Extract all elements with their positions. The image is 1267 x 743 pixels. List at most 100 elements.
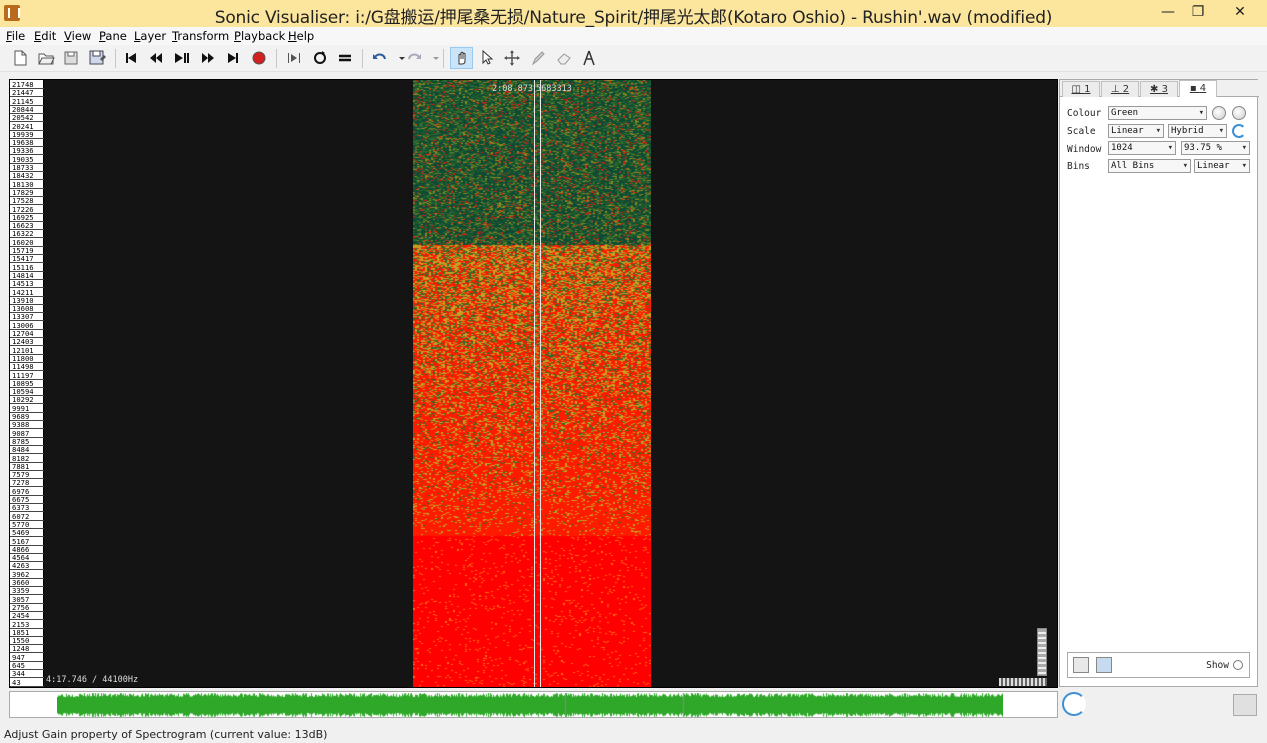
scale-label: 14814 bbox=[12, 270, 34, 280]
scale-mode-select[interactable]: Hybrid bbox=[1168, 124, 1227, 138]
navigate-icon[interactable] bbox=[450, 47, 473, 69]
colour-rotation-knob[interactable] bbox=[1232, 124, 1246, 138]
play-pause-icon[interactable] bbox=[172, 48, 192, 68]
scale-label: 19336 bbox=[12, 146, 34, 156]
play-selection-icon[interactable] bbox=[284, 48, 304, 68]
spectrogram-pane[interactable]: 21748 21447 21145 20844 20542 20241 19939 19638… bbox=[9, 79, 1058, 688]
scale-label: 3359 bbox=[12, 586, 30, 596]
scale-label: 8182 bbox=[12, 453, 30, 463]
title-bar: Sonic Visualiser: i:/G盘搬运/押尾桑无损/Nature_S… bbox=[0, 0, 1267, 28]
solo-icon[interactable] bbox=[335, 48, 355, 68]
layer-menu-icon[interactable] bbox=[1073, 657, 1089, 673]
maximize-button[interactable]: ❐ bbox=[1180, 0, 1216, 24]
ffwd-end-icon[interactable] bbox=[223, 48, 243, 68]
menu-pane[interactable]: Pane bbox=[99, 29, 127, 43]
overview-waveform[interactable] bbox=[9, 691, 1058, 718]
scale-label: 10594 bbox=[12, 387, 34, 397]
toolbar-separator bbox=[362, 49, 363, 68]
menu-layer[interactable]: Layer bbox=[134, 29, 166, 43]
menu-file[interactable]: File bbox=[6, 29, 25, 43]
scale-label: 12403 bbox=[12, 337, 34, 347]
scale-tick bbox=[10, 685, 44, 687]
window-title: Sonic Visualiser: i:/G盘搬运/押尾桑无损/Nature_S… bbox=[214, 8, 1053, 28]
selection-edge[interactable] bbox=[540, 80, 541, 687]
rewind-start-icon[interactable] bbox=[121, 48, 141, 68]
scale-label: 10895 bbox=[12, 378, 34, 388]
scale-label: 20241 bbox=[12, 121, 34, 131]
scale-label: 15719 bbox=[12, 246, 34, 256]
redo-menu-icon[interactable] bbox=[426, 48, 439, 68]
select-icon[interactable] bbox=[477, 48, 497, 68]
play-layer-icon[interactable] bbox=[1096, 657, 1112, 673]
duration-readout: 4:17.746 / 44100Hz bbox=[46, 675, 139, 685]
scale-label: 16322 bbox=[12, 229, 34, 239]
vertical-zoom-slider[interactable] bbox=[1037, 628, 1047, 676]
scale-select[interactable]: Linear bbox=[1108, 124, 1164, 138]
move-icon[interactable] bbox=[502, 48, 522, 68]
scale-label: 11197 bbox=[12, 370, 34, 380]
menu-bar: File Edit View Pane Layer Transform Play… bbox=[0, 27, 1267, 45]
horizontal-zoom-strip[interactable] bbox=[999, 678, 1047, 686]
spectrogram[interactable] bbox=[413, 80, 651, 687]
record-icon[interactable] bbox=[249, 48, 269, 68]
scale-label: 2756 bbox=[12, 602, 30, 612]
scale-label: 9087 bbox=[12, 428, 30, 438]
tab-layer-1[interactable]: ◫ 1 bbox=[1062, 81, 1100, 97]
save-as-icon[interactable] bbox=[87, 48, 107, 68]
save-icon[interactable] bbox=[61, 48, 81, 68]
measure-icon[interactable] bbox=[579, 48, 599, 68]
rewind-icon[interactable] bbox=[146, 48, 166, 68]
erase-icon[interactable] bbox=[554, 48, 574, 68]
menu-help[interactable]: Help bbox=[288, 29, 314, 43]
tab-layer-4[interactable]: ▪ 4 bbox=[1179, 80, 1217, 97]
menu-view[interactable]: View bbox=[64, 29, 91, 43]
close-button[interactable]: ✕ bbox=[1222, 0, 1258, 24]
layer-controls: Show bbox=[1067, 652, 1250, 678]
scale-label: 2153 bbox=[12, 619, 30, 629]
threshold-knob[interactable] bbox=[1232, 106, 1246, 120]
redo-icon[interactable] bbox=[404, 48, 424, 68]
pane-menu-button[interactable] bbox=[1233, 694, 1257, 716]
scale-label: 20542 bbox=[12, 113, 34, 123]
status-bar: Adjust Gain property of Spectrogram (cur… bbox=[0, 726, 1267, 743]
colour-select[interactable]: Green bbox=[1108, 106, 1207, 120]
undo-icon[interactable] bbox=[370, 48, 390, 68]
window-size-select[interactable]: 1024 bbox=[1108, 141, 1176, 155]
scale-label: 21145 bbox=[12, 96, 34, 106]
new-icon[interactable] bbox=[10, 48, 30, 68]
scale-label: 6976 bbox=[12, 486, 30, 496]
scale-label: 12101 bbox=[12, 345, 34, 355]
zoom-knob[interactable] bbox=[1062, 692, 1086, 716]
scale-label: 6373 bbox=[12, 503, 30, 513]
playback-cursor[interactable] bbox=[534, 80, 535, 687]
toolbar-separator bbox=[276, 49, 277, 68]
toolbar-separator bbox=[443, 49, 444, 68]
menu-edit[interactable]: Edit bbox=[34, 29, 56, 43]
scale-label: 16925 bbox=[12, 212, 34, 222]
menu-playback[interactable]: Playback bbox=[234, 29, 285, 43]
show-toggle[interactable] bbox=[1233, 660, 1243, 670]
fast-forward-icon[interactable] bbox=[198, 48, 218, 68]
tab-layer-2[interactable]: ⊥ 2 bbox=[1101, 81, 1139, 97]
scale-label: 4263 bbox=[12, 561, 30, 571]
scale-label: 3057 bbox=[12, 594, 30, 604]
tab-layer-3[interactable]: ✱ 3 bbox=[1140, 81, 1178, 97]
gain-knob[interactable] bbox=[1212, 106, 1226, 120]
loop-icon[interactable] bbox=[310, 48, 330, 68]
scale-label: 17528 bbox=[12, 196, 34, 206]
window-overlap-select[interactable]: 93.75 % bbox=[1181, 141, 1250, 155]
time-readout: 2:08.873 bbox=[492, 84, 533, 94]
frame-readout: 5683313 bbox=[536, 84, 572, 94]
bins-mode-select[interactable]: Linear bbox=[1194, 159, 1250, 173]
scale-label: 19638 bbox=[12, 138, 34, 148]
open-icon[interactable] bbox=[36, 48, 56, 68]
scale-label: 645 bbox=[12, 661, 25, 671]
waveform[interactable] bbox=[57, 693, 1003, 717]
scale-label: 18130 bbox=[12, 179, 34, 189]
bins-select[interactable]: All Bins bbox=[1108, 159, 1191, 173]
scale-label: 13006 bbox=[12, 320, 34, 330]
draw-icon[interactable] bbox=[528, 48, 548, 68]
menu-transform[interactable]: Transform bbox=[172, 29, 229, 43]
scale-label: 11800 bbox=[12, 353, 34, 363]
undo-menu-icon[interactable] bbox=[392, 48, 405, 68]
